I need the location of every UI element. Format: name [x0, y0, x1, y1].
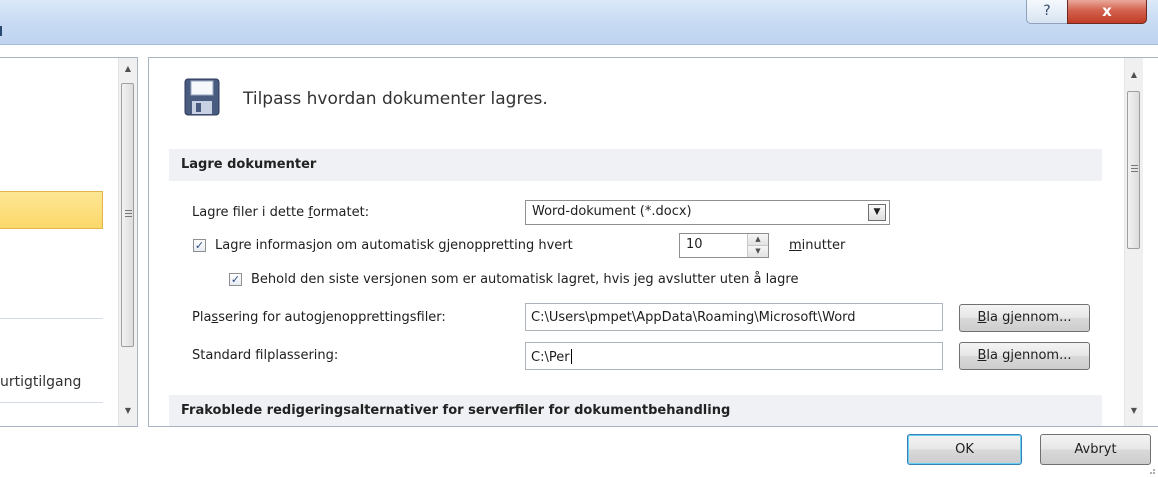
- autorecover-minutes-value: 10: [686, 237, 703, 252]
- autorecover-checkbox[interactable]: ✓: [193, 239, 206, 252]
- nav-divider: [0, 318, 103, 319]
- file-format-label: Lagre filer i dette formatet:: [192, 205, 370, 220]
- right-scrollbar[interactable]: ▲ ▼: [1124, 58, 1143, 426]
- chevron-down-icon[interactable]: ▼: [868, 204, 886, 221]
- left-scrollbar-thumb[interactable]: [121, 83, 134, 347]
- default-location-field[interactable]: C:\Per: [525, 342, 943, 370]
- autorecover-location-field[interactable]: C:\Users\pmpet\AppData\Roaming\Microsoft…: [525, 303, 943, 331]
- scroll-up-arrow-icon[interactable]: ▲: [1125, 66, 1143, 84]
- scroll-up-arrow-icon[interactable]: ▲: [119, 60, 137, 78]
- save-options-pane: Tilpass hvordan dokumenter lagres. Lagre…: [148, 57, 1158, 427]
- nav-item-selected[interactable]: [0, 191, 103, 229]
- text-caret: [570, 349, 572, 364]
- close-icon: x: [1102, 2, 1112, 20]
- default-location-value: C:\Per: [531, 350, 570, 365]
- left-scrollbar[interactable]: ▲ ▼: [118, 58, 137, 426]
- right-scrollbar-thumb[interactable]: [1127, 91, 1140, 249]
- autorecover-label: Lagre informasjon om automatisk gjenoppr…: [215, 238, 573, 253]
- save-disk-icon: [184, 78, 220, 116]
- minutes-label: minutter: [789, 238, 846, 253]
- section-header-save-documents: Lagre dokumenter: [169, 149, 1102, 181]
- help-button[interactable]: ?: [1026, 0, 1068, 24]
- nav-item-quick-access[interactable]: urtigtilgang: [0, 374, 81, 390]
- default-location-label: Standard filplassering:: [192, 348, 339, 363]
- autorecover-minutes-spinner[interactable]: 10 ▲ ▼: [679, 233, 769, 258]
- help-icon: ?: [1043, 3, 1051, 19]
- page-title: Tilpass hvordan dokumenter lagres.: [243, 89, 548, 109]
- keep-last-version-checkbox[interactable]: ✓: [229, 273, 242, 286]
- browse-autorecover-button[interactable]: Bla gjennom...: [959, 304, 1090, 332]
- scroll-down-arrow-icon[interactable]: ▼: [119, 402, 137, 420]
- title-bar: ? x: [0, 0, 1158, 45]
- cancel-button[interactable]: Avbryt: [1040, 434, 1151, 465]
- file-format-value: Word-dokument (*.docx): [532, 204, 692, 219]
- keep-last-version-label: Behold den siste versjonen som er automa…: [251, 272, 799, 287]
- browse-default-location-button[interactable]: Bla gjennom...: [959, 342, 1090, 370]
- window-icon-edge: [0, 26, 2, 36]
- ok-button[interactable]: OK: [907, 434, 1022, 465]
- nav-divider: [0, 402, 103, 403]
- scroll-down-arrow-icon[interactable]: ▼: [1125, 402, 1143, 420]
- resize-grip-icon[interactable]: [1146, 465, 1156, 475]
- spin-down-arrow-icon[interactable]: ▼: [748, 246, 768, 257]
- autorecover-location-label: Plassering for autogjenopprettingsfiler:: [192, 310, 446, 325]
- spin-up-arrow-icon[interactable]: ▲: [748, 234, 768, 246]
- file-format-dropdown[interactable]: Word-dokument (*.docx) ▼: [525, 200, 890, 225]
- section-header-offline-editing: Frakoblede redigeringsalternativer for s…: [169, 395, 1102, 426]
- left-nav-pane: urtigtilgang ▲ ▼: [0, 57, 138, 427]
- close-button[interactable]: x: [1067, 0, 1147, 24]
